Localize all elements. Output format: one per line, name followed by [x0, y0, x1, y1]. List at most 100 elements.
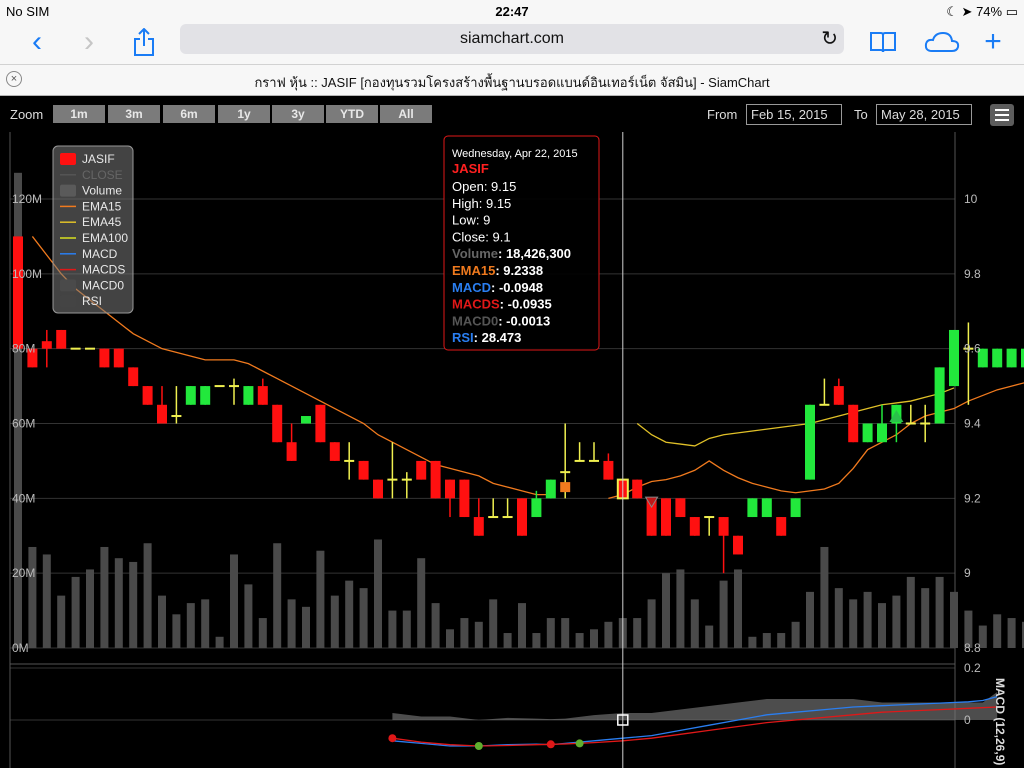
legend-item-jasif: JASIF [82, 152, 115, 166]
volume-tick-label: 80M [12, 342, 35, 356]
volume-bar [460, 618, 469, 648]
candle-body [603, 460, 614, 480]
reload-icon[interactable]: ↻ [821, 26, 838, 51]
legend-swatch [60, 153, 76, 165]
volume-bar [431, 603, 440, 648]
candle-body [257, 386, 268, 405]
candle-body [1006, 348, 1017, 368]
address-bar[interactable]: siamchart.com ↻ [180, 24, 844, 54]
legend-item-macd: MACD [82, 247, 118, 261]
battery-label: ☾ ➤ 74% ▭ [946, 4, 1018, 19]
bookmarks-icon[interactable] [866, 26, 900, 58]
ema15-line [608, 382, 1024, 499]
candle-body [459, 479, 470, 518]
candle-body [229, 385, 239, 388]
volume-bar [186, 603, 195, 648]
candle-body [848, 404, 859, 443]
macd0-area [392, 692, 998, 720]
candle-body [675, 498, 686, 518]
volume-tick-label: 120M [12, 192, 42, 206]
candle-body [99, 348, 110, 368]
volume-bar [143, 543, 152, 648]
volume-bar [791, 621, 800, 648]
volume-bar [42, 554, 51, 648]
price-tick-label: 9.8 [964, 267, 981, 281]
volume-bar [86, 569, 94, 648]
volume-bar [748, 636, 757, 648]
price-tick-label: 9.4 [964, 417, 981, 431]
ema45-line [636, 387, 955, 447]
tooltip-label: Volume [452, 246, 498, 261]
candle-body [344, 459, 355, 462]
candle-body [560, 471, 571, 474]
volume-bar [503, 633, 512, 648]
candle-body [488, 516, 499, 519]
back-icon[interactable]: ‹ [20, 25, 54, 58]
candle-body [517, 498, 527, 536]
candle-body [819, 403, 830, 406]
legend-item-macd0: MACD0 [82, 278, 124, 292]
tab-title[interactable]: กราฟ หุ้น :: JASIF [กองทุนรวมโครงสร้างพื… [0, 72, 1024, 93]
tooltip-value: : -0.0948 [491, 280, 543, 295]
forward-icon[interactable]: › [72, 25, 106, 58]
volume-bar [57, 595, 66, 648]
candle-body [171, 415, 182, 418]
price-tick-label: 10 [964, 192, 978, 206]
share-icon[interactable] [127, 26, 161, 58]
candle-body [41, 341, 52, 349]
volume-bar [647, 599, 656, 648]
macd-tick-label: 0 [964, 713, 971, 727]
candle-body [56, 329, 67, 349]
volume-bar [388, 610, 397, 648]
legend-item-close: CLOSE [82, 168, 123, 182]
legend-item-rsi: RSI [82, 294, 102, 308]
candle-body [315, 404, 326, 443]
price-tick-label: 9 [964, 566, 971, 580]
candle-body [661, 498, 671, 536]
candle-body [805, 404, 815, 480]
volume-bar [950, 591, 958, 648]
volume-bar [230, 554, 238, 648]
legend-item-ema15: EMA15 [82, 199, 122, 213]
new-tab-icon[interactable]: + [976, 25, 1010, 58]
macd-histogram [392, 692, 998, 720]
candle-body [934, 367, 945, 424]
macd-cross-marker [546, 740, 555, 749]
volume-bar [316, 550, 325, 648]
candle-body [776, 517, 787, 536]
tooltip-row: Close: 9.1 [452, 229, 511, 244]
ema15-point-marker [560, 482, 571, 493]
volume-bar [705, 625, 714, 648]
volume-bar [330, 595, 339, 648]
volume-bar [820, 546, 829, 648]
candle-body [545, 479, 556, 499]
tooltip-symbol: JASIF [452, 161, 489, 176]
volume-bar [172, 614, 181, 648]
volume-bar [402, 610, 411, 648]
volume-bar [345, 580, 354, 648]
candle-body [733, 535, 743, 555]
volume-bar [446, 629, 454, 648]
volume-bar [158, 595, 166, 648]
candle-body [430, 460, 441, 499]
volume-bar [114, 558, 123, 648]
tooltip-value: : 9 [476, 213, 490, 228]
macd-axis-title: MACD (12,26,9) [993, 678, 1007, 765]
volume-bar [417, 558, 426, 648]
macd-line [392, 695, 998, 747]
candle-body [589, 459, 599, 462]
volume-bar [244, 584, 253, 648]
clock: 22:47 [495, 4, 529, 19]
legend-swatch [60, 295, 76, 308]
candlestick-chart[interactable]: 8.899.29.49.69.8100M20M40M60M80M100M120M… [0, 96, 1024, 768]
legend-item-ema45: EMA45 [82, 215, 122, 229]
candle-body [761, 498, 772, 518]
tooltip-row: High: 9.15 [452, 196, 511, 211]
volume-bar [532, 633, 541, 648]
volume-bar [849, 599, 858, 648]
tooltip-label: MACD [452, 280, 491, 295]
candle-body [862, 423, 873, 443]
volume-bar [201, 599, 210, 648]
icloud-tabs-icon[interactable] [922, 26, 962, 58]
volume-bar [762, 633, 771, 648]
